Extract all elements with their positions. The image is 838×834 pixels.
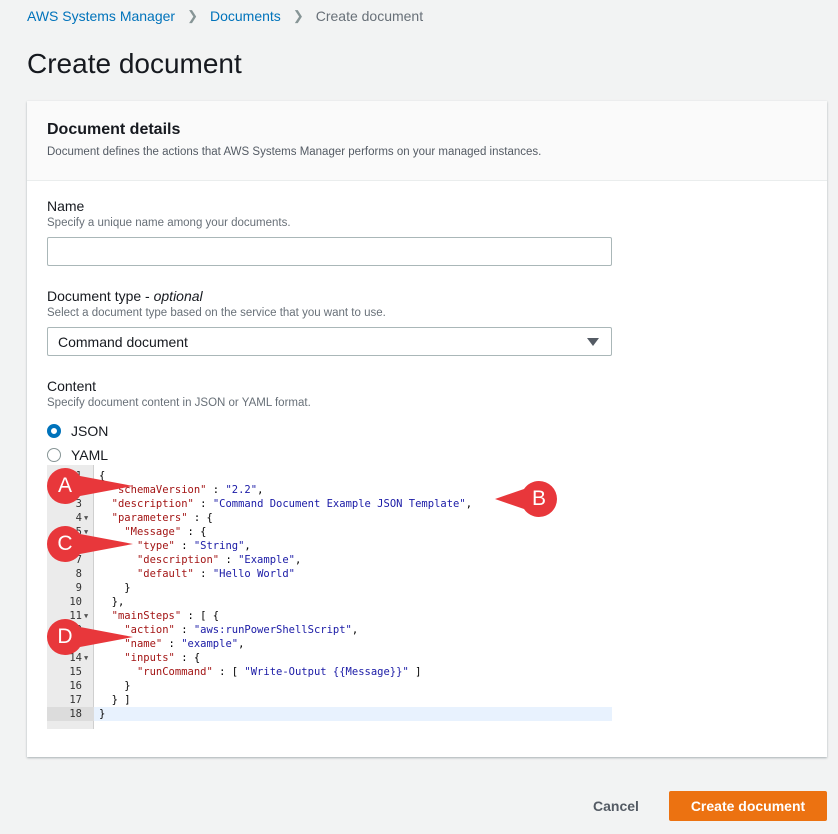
editor-line: 18} xyxy=(47,707,612,721)
breadcrumb-documents[interactable]: Documents xyxy=(210,8,281,24)
breadcrumb-systems-manager[interactable]: AWS Systems Manager xyxy=(27,8,175,24)
code-text: "runCommand" : [ "Write-Output {{Message… xyxy=(136,666,422,678)
document-type-value: Command document xyxy=(58,334,188,350)
name-description: Specify a unique name among your documen… xyxy=(47,217,291,229)
editor-line: 10 }, xyxy=(47,595,612,609)
code-text: "action" : "aws:runPowerShellScript", xyxy=(124,624,359,636)
cancel-button[interactable]: Cancel xyxy=(580,791,652,821)
code-text: "description" : "Command Document Exampl… xyxy=(111,498,473,510)
line-number: 8 xyxy=(75,568,82,580)
caret-down-icon xyxy=(587,338,599,346)
line-number: 9 xyxy=(75,582,82,594)
line-number: 16 xyxy=(69,680,82,692)
document-type-description: Select a document type based on the serv… xyxy=(47,307,386,319)
radio-unselected-icon xyxy=(47,448,61,462)
editor-line: 17 } ] xyxy=(47,693,612,707)
chevron-right-icon: ❯ xyxy=(292,8,304,23)
editor-line: 15 "runCommand" : [ "Write-Output {{Mess… xyxy=(47,665,612,679)
radio-selected-icon xyxy=(47,424,61,438)
panel-title: Document details xyxy=(47,121,181,138)
radio-yaml-label: YAML xyxy=(71,447,109,463)
callout-a-letter: A xyxy=(57,474,72,497)
line-number: 18 xyxy=(47,707,94,721)
form-footer: Cancel Create document xyxy=(0,791,838,821)
line-number: 15 xyxy=(69,666,82,678)
code-text: }, xyxy=(99,596,125,608)
document-details-panel: Document details Document defines the ac… xyxy=(27,101,827,757)
line-number: 10 xyxy=(69,596,82,608)
editor-line: 8 "default" : "Hello World" xyxy=(47,567,612,581)
code-text: } xyxy=(99,582,131,594)
line-number: 4 xyxy=(75,512,82,524)
radio-json[interactable]: JSON xyxy=(47,423,108,439)
radio-json-label: JSON xyxy=(71,423,109,439)
document-type-label: Document type - optional xyxy=(47,288,203,304)
content-description: Specify document content in JSON or YAML… xyxy=(47,397,311,409)
page-title: Create document xyxy=(27,48,242,79)
breadcrumb: AWS Systems Manager ❯ Documents ❯ Create… xyxy=(27,8,423,24)
callout-d-letter: D xyxy=(57,625,73,648)
editor-line: 16 } xyxy=(47,679,612,693)
breadcrumb-current: Create document xyxy=(315,8,424,24)
callout-c: C xyxy=(47,526,137,562)
callout-b-letter: B xyxy=(531,487,546,510)
panel-header: Document details Document defines the ac… xyxy=(27,101,827,181)
radio-yaml[interactable]: YAML xyxy=(47,447,108,463)
chevron-right-icon: ❯ xyxy=(187,8,198,23)
callout-b: B xyxy=(495,481,557,517)
code-text: } xyxy=(99,680,131,692)
code-text: "parameters" : { xyxy=(111,512,213,524)
fold-arrow-icon[interactable]: ▼ xyxy=(84,511,88,525)
editor-line: 9 } xyxy=(47,581,612,595)
name-input[interactable] xyxy=(47,237,612,266)
content-label: Content xyxy=(47,378,97,394)
document-type-label-text: Document type - xyxy=(47,288,154,304)
panel-description: Document defines the actions that AWS Sy… xyxy=(47,146,542,158)
code-text: } xyxy=(99,708,106,720)
optional-label: optional xyxy=(153,288,203,304)
code-text: } ] xyxy=(99,694,131,706)
callout-c-letter: C xyxy=(57,532,73,555)
create-document-button[interactable]: Create document xyxy=(669,791,827,821)
code-text: "default" : "Hello World" xyxy=(136,568,295,580)
name-label: Name xyxy=(47,198,85,214)
callout-a: A xyxy=(47,468,137,504)
document-type-select[interactable]: Command document xyxy=(47,327,612,356)
callout-d: D xyxy=(47,619,137,655)
line-number: 17 xyxy=(69,694,82,706)
